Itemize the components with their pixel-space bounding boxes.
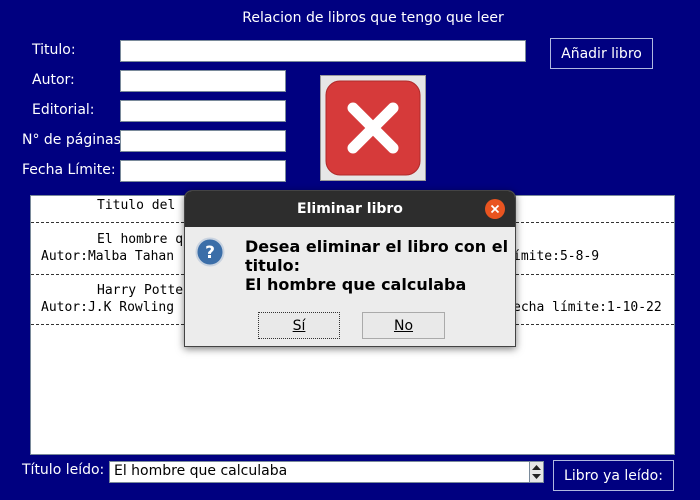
paginas-input[interactable] bbox=[120, 130, 286, 152]
delete-book-button[interactable] bbox=[320, 75, 426, 181]
titulo-input[interactable] bbox=[120, 40, 526, 62]
editorial-input[interactable] bbox=[120, 100, 286, 122]
list-item-title: Harry Potte bbox=[97, 283, 184, 298]
titulo-leido-select[interactable]: El hombre que calculaba bbox=[109, 461, 530, 483]
close-icon bbox=[490, 204, 500, 214]
fecha-label: Fecha Límite: bbox=[22, 162, 116, 178]
spinner-arrows[interactable] bbox=[529, 461, 544, 483]
list-item-author: Autor:Malba Tahan bbox=[41, 249, 175, 264]
list-header: Titulo del bbox=[97, 198, 176, 213]
dialog-message: Desea eliminar el libro con el titulo: E… bbox=[245, 237, 508, 294]
list-item-deadline: ímite:5-8-9 bbox=[513, 249, 600, 264]
question-icon: ? bbox=[195, 237, 225, 271]
dialog-message-line: Desea eliminar el libro con el bbox=[245, 237, 509, 256]
list-item-title: El hombre q bbox=[97, 232, 184, 247]
titulo-leido-label: Título leído: bbox=[22, 462, 105, 478]
window-title: Relacion de libros que tengo que leer bbox=[242, 10, 504, 26]
list-item-deadline: echa límite:1-10-22 bbox=[513, 300, 662, 315]
autor-label: Autor: bbox=[32, 72, 75, 88]
dialog-message-line: El hombre que calculaba bbox=[245, 275, 467, 294]
close-button[interactable] bbox=[485, 199, 505, 219]
list-item-author: Autor:J.K Rowling bbox=[41, 300, 175, 315]
dialog-title: Eliminar libro bbox=[297, 201, 403, 217]
no-button[interactable]: No bbox=[362, 312, 445, 339]
dialog-titlebar: Eliminar libro bbox=[185, 191, 515, 227]
svg-text:?: ? bbox=[205, 243, 215, 263]
fecha-input[interactable] bbox=[120, 160, 286, 182]
dialog-message-line: titulo: bbox=[245, 256, 301, 275]
delete-x-icon bbox=[325, 80, 421, 176]
paginas-label: N° de páginas: bbox=[22, 132, 126, 148]
editorial-label: Editorial: bbox=[32, 102, 95, 118]
add-book-button[interactable]: Añadir libro bbox=[550, 38, 653, 69]
spinner-arrows-icon bbox=[532, 465, 541, 479]
yes-button[interactable]: Sí bbox=[258, 312, 340, 339]
titulo-label: Titulo: bbox=[32, 42, 76, 58]
delete-confirm-dialog: Eliminar libro ? Desea eliminar el libro… bbox=[184, 190, 516, 347]
autor-input[interactable] bbox=[120, 70, 286, 92]
mark-read-button[interactable]: Libro ya leído: bbox=[553, 460, 674, 491]
